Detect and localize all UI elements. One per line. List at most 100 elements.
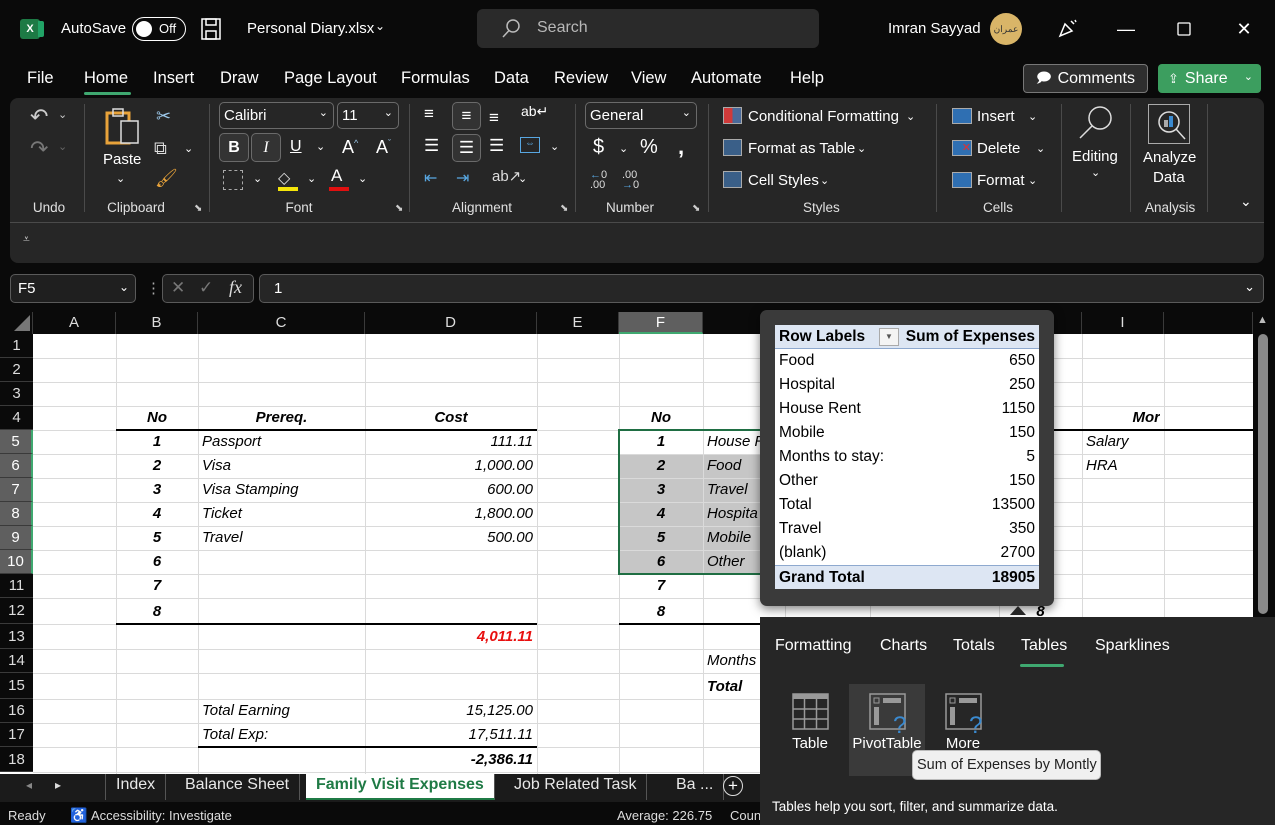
cell-label[interactable]: Total Exp: (202, 723, 361, 747)
qa-tab-sparklines[interactable]: Sparklines (1095, 637, 1170, 655)
fill-color-dropdown-icon[interactable]: ⌄ (307, 172, 316, 185)
cell-styles-button[interactable]: Cell Styles (748, 172, 819, 189)
decrease-font-icon[interactable]: Aˇ (376, 137, 391, 158)
cell-no[interactable]: 7 (623, 574, 699, 598)
insert-cells-button[interactable]: Insert (977, 108, 1015, 125)
bold-button[interactable]: B (219, 133, 249, 162)
row-header[interactable]: 6 (0, 454, 33, 478)
row-header[interactable]: 10 (0, 550, 33, 574)
header-cost[interactable]: Cost (369, 406, 533, 430)
vertical-scrollbar[interactable]: ▲ (1253, 312, 1275, 617)
sheet-tab-job-related-task[interactable]: Job Related Task (504, 774, 648, 800)
row-header[interactable]: 18 (0, 747, 33, 772)
comments-button[interactable]: 🗩 Comments (1023, 64, 1148, 93)
avatar[interactable]: عمران (990, 13, 1022, 45)
scroll-left-icon[interactable]: ◂ (26, 778, 32, 792)
row-header[interactable]: 3 (0, 382, 33, 406)
minimize-button[interactable]: — (1111, 14, 1141, 44)
clipboard-launcher-icon[interactable]: ⬊ (194, 203, 202, 214)
cell-item[interactable]: Passport (202, 430, 361, 454)
row-header[interactable]: 11 (0, 574, 33, 598)
maximize-button[interactable] (1169, 14, 1199, 44)
tab-review[interactable]: Review (554, 69, 608, 88)
save-icon[interactable] (201, 18, 221, 40)
cell-no[interactable]: 8 (120, 600, 194, 624)
orientation-icon[interactable]: ab↗ (492, 167, 521, 185)
cell-total-earning[interactable]: 15,125.00 (369, 699, 533, 723)
orientation-dropdown-icon[interactable]: ⌄ (518, 172, 527, 185)
enter-icon[interactable]: ✓ (199, 278, 213, 298)
select-all-button[interactable] (0, 312, 33, 334)
header-no[interactable]: No (623, 406, 699, 430)
row-header[interactable]: 13 (0, 624, 33, 649)
fill-color-icon[interactable]: ◇ (278, 168, 290, 188)
increase-font-icon[interactable]: A^ (342, 137, 358, 158)
cell-cost[interactable] (369, 550, 533, 574)
align-center-icon[interactable]: ☰ (452, 134, 481, 162)
tab-page-layout[interactable]: Page Layout (284, 69, 377, 88)
cell-cost[interactable]: 500.00 (369, 526, 533, 550)
insert-function-icon[interactable]: fx (229, 277, 242, 298)
cell-cost[interactable]: 1,800.00 (369, 502, 533, 526)
undo-icon[interactable]: ↶ (30, 104, 48, 130)
decrease-indent-icon[interactable]: ⇤ (424, 168, 437, 188)
cell-no[interactable]: 8 (623, 600, 699, 624)
increase-decimal-icon[interactable]: ←0.00 (590, 170, 607, 191)
tab-home[interactable]: Home (84, 69, 128, 88)
align-left-icon[interactable]: ☰ (424, 136, 439, 156)
cell-item[interactable] (1086, 478, 1160, 502)
currency-icon[interactable]: $ (593, 136, 604, 159)
font-color-dropdown-icon[interactable]: ⌄ (358, 172, 367, 185)
cell-item[interactable] (1086, 574, 1160, 598)
italic-button[interactable]: I (251, 133, 281, 162)
borders-icon[interactable] (223, 170, 243, 190)
column-header[interactable] (1164, 312, 1253, 334)
column-header[interactable]: C (198, 312, 365, 334)
copy-dropdown-icon[interactable]: ⌄ (184, 142, 193, 155)
cell-item[interactable]: Visa (202, 454, 361, 478)
name-box[interactable]: F5 ⌄ (10, 274, 136, 303)
row-header[interactable]: 5 (0, 430, 33, 454)
cell-balance[interactable]: -2,386.11 (369, 748, 533, 772)
cell-total-exp[interactable]: 17,511.11 (369, 723, 533, 747)
qa-tab-charts[interactable]: Charts (880, 637, 927, 655)
font-size-select[interactable]: 11 ⌄ (337, 102, 399, 129)
cell-no[interactable]: 3 (120, 478, 194, 502)
undo-dropdown-icon[interactable]: ⌄ (58, 108, 67, 121)
row-header[interactable]: 7 (0, 478, 33, 502)
tab-formulas[interactable]: Formulas (401, 69, 470, 88)
column-header[interactable]: A (33, 312, 116, 334)
cell-no[interactable]: 2 (120, 454, 194, 478)
cell-no[interactable]: 1 (120, 430, 194, 454)
chevron-down-icon[interactable]: ⌄ (1091, 166, 1100, 179)
cell-item[interactable] (1086, 502, 1160, 526)
cell-cost[interactable] (369, 600, 533, 624)
column-header[interactable]: E (537, 312, 619, 334)
wrap-text-icon[interactable]: ab↵ (521, 103, 548, 120)
borders-dropdown-icon[interactable]: ⌄ (253, 172, 262, 185)
chevron-down-icon[interactable]: ⌄ (375, 19, 385, 33)
row-header[interactable]: 4 (0, 406, 33, 430)
row-header[interactable]: 14 (0, 649, 33, 673)
cell-total-cost[interactable]: 4,011.11 (369, 625, 533, 649)
cell-item[interactable]: HRA (1086, 454, 1160, 478)
user-name[interactable]: Imran Sayyad (888, 20, 981, 37)
align-top-icon[interactable]: ≡ (424, 104, 434, 124)
cell-item[interactable]: Visa Stamping (202, 478, 361, 502)
row-header[interactable]: 2 (0, 358, 33, 382)
accessibility-status[interactable]: Accessibility: Investigate (91, 808, 232, 823)
scroll-up-icon[interactable]: ▲ (1257, 314, 1268, 326)
paste-dropdown-icon[interactable]: ⌄ (116, 172, 125, 185)
comma-style-icon[interactable]: , (678, 134, 684, 160)
row-header[interactable]: 15 (0, 673, 33, 699)
chevron-down-icon[interactable]: ⌄ (820, 174, 829, 187)
row-header[interactable]: 12 (0, 598, 33, 624)
cell-item[interactable] (1086, 526, 1160, 550)
chevron-down-icon[interactable]: ⌄ (1028, 110, 1037, 123)
cell-item[interactable]: Ticket (202, 502, 361, 526)
more-options-icon[interactable]: ⋮ (146, 279, 161, 297)
header-prereq[interactable]: Prereq. (202, 406, 361, 430)
editing-button[interactable]: Editing (1072, 148, 1118, 165)
analyze-data-button[interactable]: Analyze (1143, 149, 1196, 166)
cell-item[interactable] (1086, 550, 1160, 574)
